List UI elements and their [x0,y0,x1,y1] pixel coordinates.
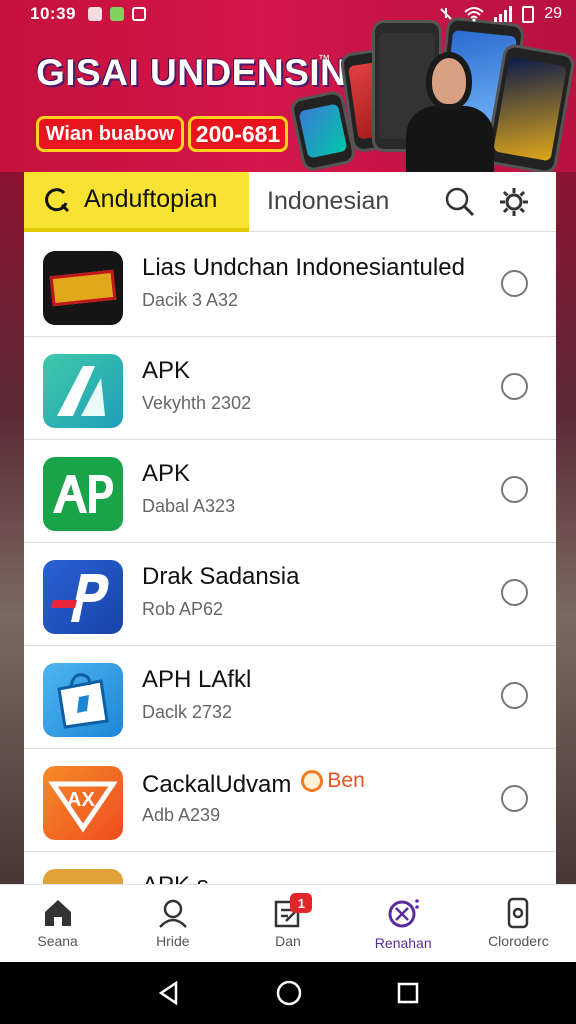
select-radio[interactable] [501,476,528,503]
ap-logo-icon [43,457,123,531]
list-item[interactable]: Drak Sadansia Rob AP62 [24,543,556,646]
app-name: APK s [142,872,209,884]
list-item[interactable]: AX CackalUdvam Ben Adb A239 [24,749,556,852]
settings-gear-icon[interactable] [498,186,530,218]
list-item[interactable]: APK Dabal A323 [24,440,556,543]
app-subtitle: Dacik 3 A32 [142,290,239,310]
battery-icon [522,5,535,23]
list-item[interactable]: APK Vekyhth 2302 [24,337,556,440]
nav-item-hride[interactable]: Hride [115,885,230,962]
notification-badge: 1 [290,893,313,913]
nav-item-cloroderc[interactable]: Cloroderc [461,885,576,962]
banner-pill-right: 200-681 [188,116,288,152]
profile-icon [158,899,187,928]
status-bar: 10:39 29 [0,0,576,28]
notification-icon [131,7,146,21]
tab-bar: Anduftopian Indonesian [24,172,556,232]
game-logo-icon [43,251,123,325]
swirl-icon [301,770,324,792]
home-icon [44,900,71,926]
nav-label: Cloroderc [488,933,549,949]
app-subtitle: Rob AP62 [142,599,224,619]
refresh-search-icon [45,187,70,212]
app-name: CackalUdvam Ben [142,769,365,799]
nav-item-seana[interactable]: Seana [0,885,115,962]
ben-badge: Ben [301,769,365,793]
notification-icon [87,7,102,21]
select-radio[interactable] [501,579,528,606]
mute-icon [440,8,452,20]
home-circle-icon[interactable] [275,979,303,1007]
select-radio[interactable] [501,785,528,812]
app-subtitle: Vekyhth 2302 [142,393,252,413]
partial-app-icon [43,869,123,884]
app-name: Lias Undchan Indonesiantuled [142,254,465,281]
nav-label: Dan [275,933,301,949]
nav-label: Seana [37,933,78,949]
nav-label: Hride [156,933,190,949]
ben-badge-label: Ben [327,769,365,792]
nav-item-dan[interactable]: 1 Dan [230,885,345,962]
list-item[interactable]: APH LAfkl Daclk 2732 [24,646,556,749]
battery-level: 29 [544,5,562,22]
wifi-icon [464,7,484,22]
system-navigation-bar [0,962,576,1024]
back-icon[interactable] [156,980,182,1006]
app-name: APK [142,460,191,487]
bag-logo-icon [43,663,123,737]
ax-logo-icon: AX [43,766,123,840]
app-subtitle: Adb A239 [142,805,221,825]
signal-icon [494,6,513,22]
app-name: APK [142,357,191,384]
spokesperson-image [406,106,494,172]
tab-indonesian[interactable]: Indonesian [267,187,389,216]
list-item[interactable]: APK s [24,852,556,884]
banner-title: GISAI UNDENSIN [36,52,348,93]
trademark-symbol: ™ [318,52,330,66]
select-radio[interactable] [501,270,528,297]
search-icon[interactable] [444,186,476,218]
select-radio[interactable] [501,373,528,400]
app-name: APH LAfkl [142,666,252,693]
nav-item-renahan[interactable]: Renahan [346,885,461,962]
list-item[interactable]: Lias Undchan Indonesiantuled Dacik 3 A32 [24,234,556,337]
apk-a-logo-icon [43,354,123,428]
tab-active-label: Anduftopian [84,185,218,213]
recents-icon[interactable] [396,981,420,1005]
tab-active[interactable]: Anduftopian [24,172,249,232]
app-subtitle: Dabal A323 [142,496,236,516]
app-list: Lias Undchan Indonesiantuled Dacik 3 A32… [24,234,556,884]
select-radio[interactable] [501,682,528,709]
banner-pill-left: Wian buabow [36,116,184,152]
phone-device-icon [508,897,529,929]
status-time: 10:39 [30,4,76,23]
bottom-navigation: Seana Hride 1 Dan Renahan Cloroderc [0,884,576,962]
nav-label: Renahan [374,935,432,951]
p-logo-icon [43,560,123,634]
app-subtitle: Daclk 2732 [142,702,233,722]
spokesperson-head [426,52,472,110]
svg-text:AX: AX [67,789,95,811]
app-list-card: Anduftopian Indonesian Lias Undchan Indo… [24,172,556,884]
app-name-text: CackalUdvam [142,771,292,798]
notification-icon [109,7,124,21]
search-scan-icon [388,899,420,928]
app-name: Drak Sadansia [142,563,300,590]
